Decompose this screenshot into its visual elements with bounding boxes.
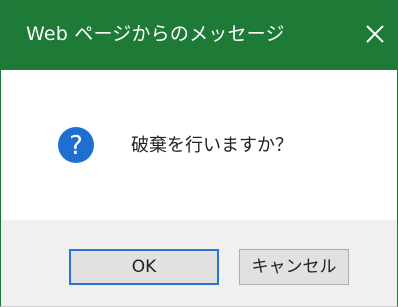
question-icon: ? [58,127,94,163]
message-dialog: Web ページからのメッセージ ? 破棄を行いますか？ OK キャンセル [0,0,398,307]
close-icon [366,25,384,43]
dialog-content: ? 破棄を行いますか？ [1,70,397,220]
dialog-titlebar[interactable]: Web ページからのメッセージ [1,0,397,70]
svg-text:?: ? [69,131,83,161]
dialog-message: 破棄を行いますか？ [131,135,293,156]
dialog-footer: OK キャンセル [1,220,397,306]
dialog-title: Web ページからのメッセージ [26,23,285,45]
cancel-button[interactable]: キャンセル [239,249,349,285]
ok-button[interactable]: OK [69,249,219,285]
close-button[interactable] [353,12,397,56]
